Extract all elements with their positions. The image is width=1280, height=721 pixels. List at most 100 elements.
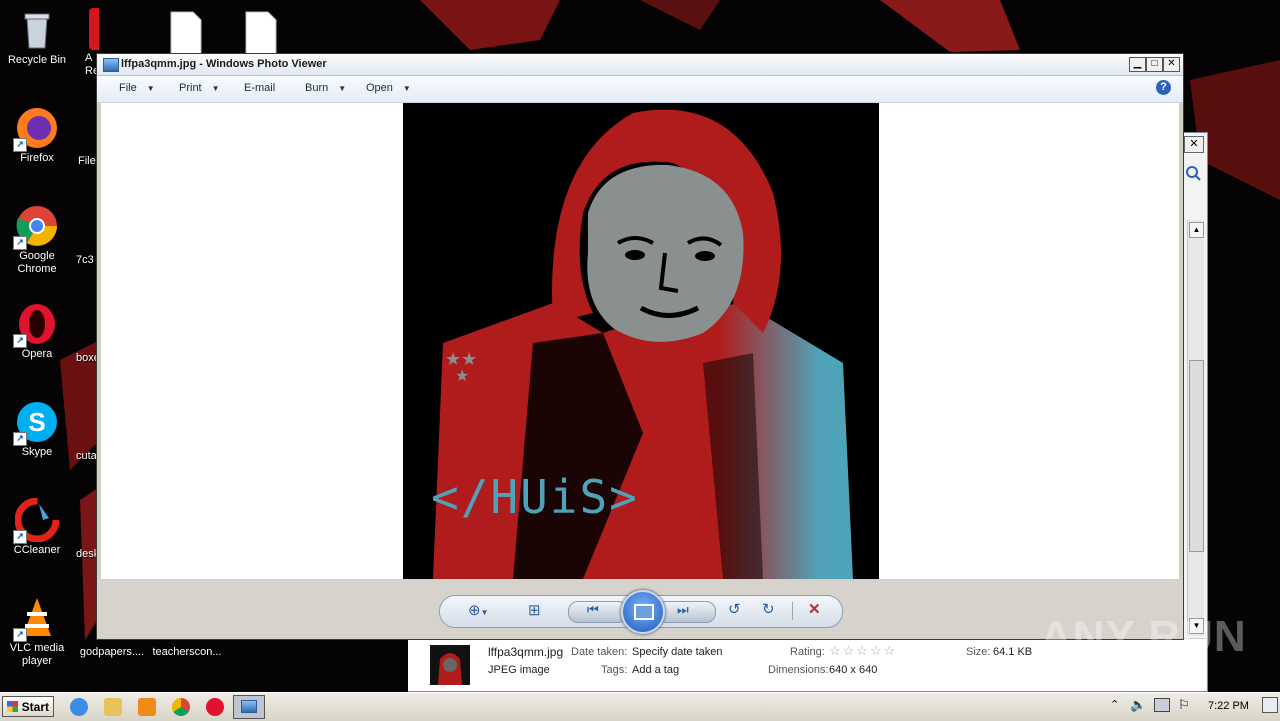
- menu-label: File: [119, 82, 137, 94]
- chrome-icon: ↗: [13, 204, 59, 250]
- next-icon: ⏭: [677, 602, 689, 617]
- title-bar[interactable]: lffpa3qmm.jpg - Windows Photo Viewer ▁ □…: [97, 54, 1183, 76]
- volume-icon[interactable]: 🔈: [1130, 697, 1146, 713]
- details-dimensions-label: Dimensions:: [768, 664, 829, 676]
- details-tags-value[interactable]: Add a tag: [632, 664, 679, 676]
- desktop-icon-ccleaner[interactable]: ↗ CCleaner: [0, 497, 74, 557]
- svg-text:★: ★: [455, 366, 469, 385]
- delete-icon[interactable]: ✕: [808, 600, 821, 618]
- chevron-down-icon: ▼: [402, 84, 411, 93]
- photo-viewer-window[interactable]: lffpa3qmm.jpg - Windows Photo Viewer ▁ □…: [96, 53, 1184, 640]
- desktop-icon-label: 7c3: [76, 254, 94, 266]
- chrome-taskbar-icon[interactable]: [172, 698, 190, 716]
- firefox-icon: ↗: [13, 106, 59, 152]
- document-icon: [240, 10, 284, 55]
- start-label: Start: [21, 700, 49, 714]
- menu-print[interactable]: Print ▼: [179, 82, 220, 94]
- rotate-left-icon[interactable]: ↺: [728, 600, 741, 618]
- skype-icon: S ↗: [13, 400, 59, 446]
- menu-label: Burn: [305, 82, 329, 94]
- image-canvas[interactable]: ★★ ★ </HUiS>: [101, 103, 1179, 579]
- show-hidden-icons-icon[interactable]: ⌃: [1110, 698, 1119, 711]
- details-size-value: 64.1 KB: [993, 646, 1033, 658]
- desktop-icon-recycle-bin[interactable]: Recycle Bin: [0, 8, 74, 67]
- desktop-icon-label: teacherscon...: [152, 646, 222, 658]
- menu-burn[interactable]: Burn ▼: [305, 82, 346, 94]
- desktop-icon-firefox[interactable]: ↗ Firefox: [0, 106, 74, 165]
- shortcut-arrow-icon: ↗: [13, 628, 27, 642]
- recycle-bin-icon: [15, 8, 59, 52]
- desktop-icon-label: VLC media player: [9, 642, 65, 667]
- network-icon[interactable]: [1154, 698, 1170, 712]
- scroll-up-icon[interactable]: ▲: [1189, 222, 1204, 238]
- details-date-value[interactable]: Specify date taken: [632, 646, 723, 658]
- menu-file[interactable]: File ▼: [119, 82, 155, 94]
- system-clock[interactable]: 7:22 PM: [1208, 700, 1249, 712]
- close-button[interactable]: ✕: [1163, 57, 1180, 72]
- desktop-icon-godpapers[interactable]: godpapers....: [72, 646, 152, 659]
- rotate-right-icon[interactable]: ↻: [762, 600, 775, 618]
- internet-explorer-icon[interactable]: [70, 698, 88, 716]
- desktop-icon-label: cuta: [76, 450, 97, 462]
- media-player-icon[interactable]: [138, 698, 156, 716]
- desktop-icon-vlc[interactable]: ↗ VLC media player: [0, 596, 74, 668]
- desktop-icon-document[interactable]: [150, 10, 224, 56]
- scroll-thumb[interactable]: [1189, 360, 1204, 552]
- details-date-label: Date taken:: [571, 646, 628, 658]
- playback-controls-bar: ⊕▼ ⊞ ⏮ ⏭ ↺ ↻ ✕: [97, 580, 1183, 638]
- actual-size-icon[interactable]: ⊞: [528, 601, 541, 619]
- slideshow-button[interactable]: [621, 590, 665, 634]
- chevron-down-icon: ▼: [146, 84, 155, 93]
- help-icon[interactable]: ?: [1156, 80, 1171, 95]
- rating-stars[interactable]: ☆☆☆☆☆: [829, 643, 897, 659]
- desktop-icon-label: Skype: [21, 446, 53, 458]
- start-button[interactable]: Start: [2, 696, 54, 717]
- desktop-icon-label: Firefox: [20, 152, 54, 164]
- desktop-icon-boxe[interactable]: boxe: [76, 352, 98, 365]
- menu-email[interactable]: E-mail: [244, 82, 275, 94]
- previous-icon: ⏮: [587, 602, 599, 617]
- taskbar: Start ⌃ 🔈 ⚐ 7:22 PM: [0, 692, 1280, 721]
- file-thumbnail[interactable]: [430, 645, 470, 685]
- desktop-icon-opera[interactable]: ↗ Opera: [0, 302, 74, 361]
- opera-taskbar-icon[interactable]: [206, 698, 224, 716]
- details-dimensions-value: 640 x 640: [829, 664, 878, 676]
- minimize-button[interactable]: ▁: [1129, 57, 1146, 72]
- windows-logo-icon: [7, 701, 18, 712]
- file-explorer-icon[interactable]: [104, 698, 122, 716]
- zoom-icon[interactable]: ⊕▼: [468, 601, 489, 619]
- desktop-icon-7c3[interactable]: 7c3: [76, 254, 98, 267]
- desktop-icon-label: desk: [76, 548, 98, 560]
- desktop-icon-document[interactable]: [225, 10, 299, 56]
- desktop-icon-skype[interactable]: S ↗ Skype: [0, 400, 74, 459]
- menu-open[interactable]: Open ▼: [366, 82, 411, 94]
- details-filetype: JPEG image: [488, 664, 550, 676]
- desktop-icon-cuta[interactable]: cuta: [76, 450, 98, 463]
- desktop-icon-file[interactable]: File: [78, 155, 98, 168]
- desktop-icon-label: Google Chrome: [17, 250, 57, 275]
- close-icon[interactable]: ✕: [1184, 136, 1204, 153]
- watermark-logo: ANY RUN: [1040, 612, 1247, 661]
- acrobat-reader-icon: [75, 8, 99, 52]
- desktop-icon-desk[interactable]: desk: [76, 548, 98, 561]
- command-bar: File ▼ Print ▼ E-mail Burn ▼ Open ▼ ?: [97, 76, 1183, 103]
- action-center-flag-icon[interactable]: ⚐: [1178, 697, 1190, 713]
- maximize-button[interactable]: □: [1146, 57, 1163, 72]
- separator: [792, 602, 793, 620]
- vertical-scrollbar[interactable]: ▲ ▼: [1187, 220, 1204, 636]
- photo-viewer-taskbar-button[interactable]: [233, 695, 265, 719]
- show-desktop-button[interactable]: [1262, 697, 1278, 713]
- desktop-icon-label: godpapers....: [79, 646, 145, 658]
- slideshow-icon: [634, 604, 654, 620]
- details-size-label: Size:: [966, 646, 991, 658]
- next-button[interactable]: ⏭: [656, 601, 716, 623]
- vlc-icon: ↗: [13, 596, 59, 642]
- desktop-icon-teacherscon[interactable]: teacherscon...: [147, 646, 227, 659]
- document-icon: [165, 10, 209, 55]
- shortcut-arrow-icon: ↗: [13, 432, 27, 446]
- desktop-icon-chrome[interactable]: ↗ Google Chrome: [0, 204, 74, 276]
- details-tags-label: Tags:: [601, 664, 628, 676]
- previous-button[interactable]: ⏮: [568, 601, 628, 623]
- search-icon[interactable]: [1184, 164, 1202, 182]
- desktop-icon-label: Opera: [21, 348, 53, 360]
